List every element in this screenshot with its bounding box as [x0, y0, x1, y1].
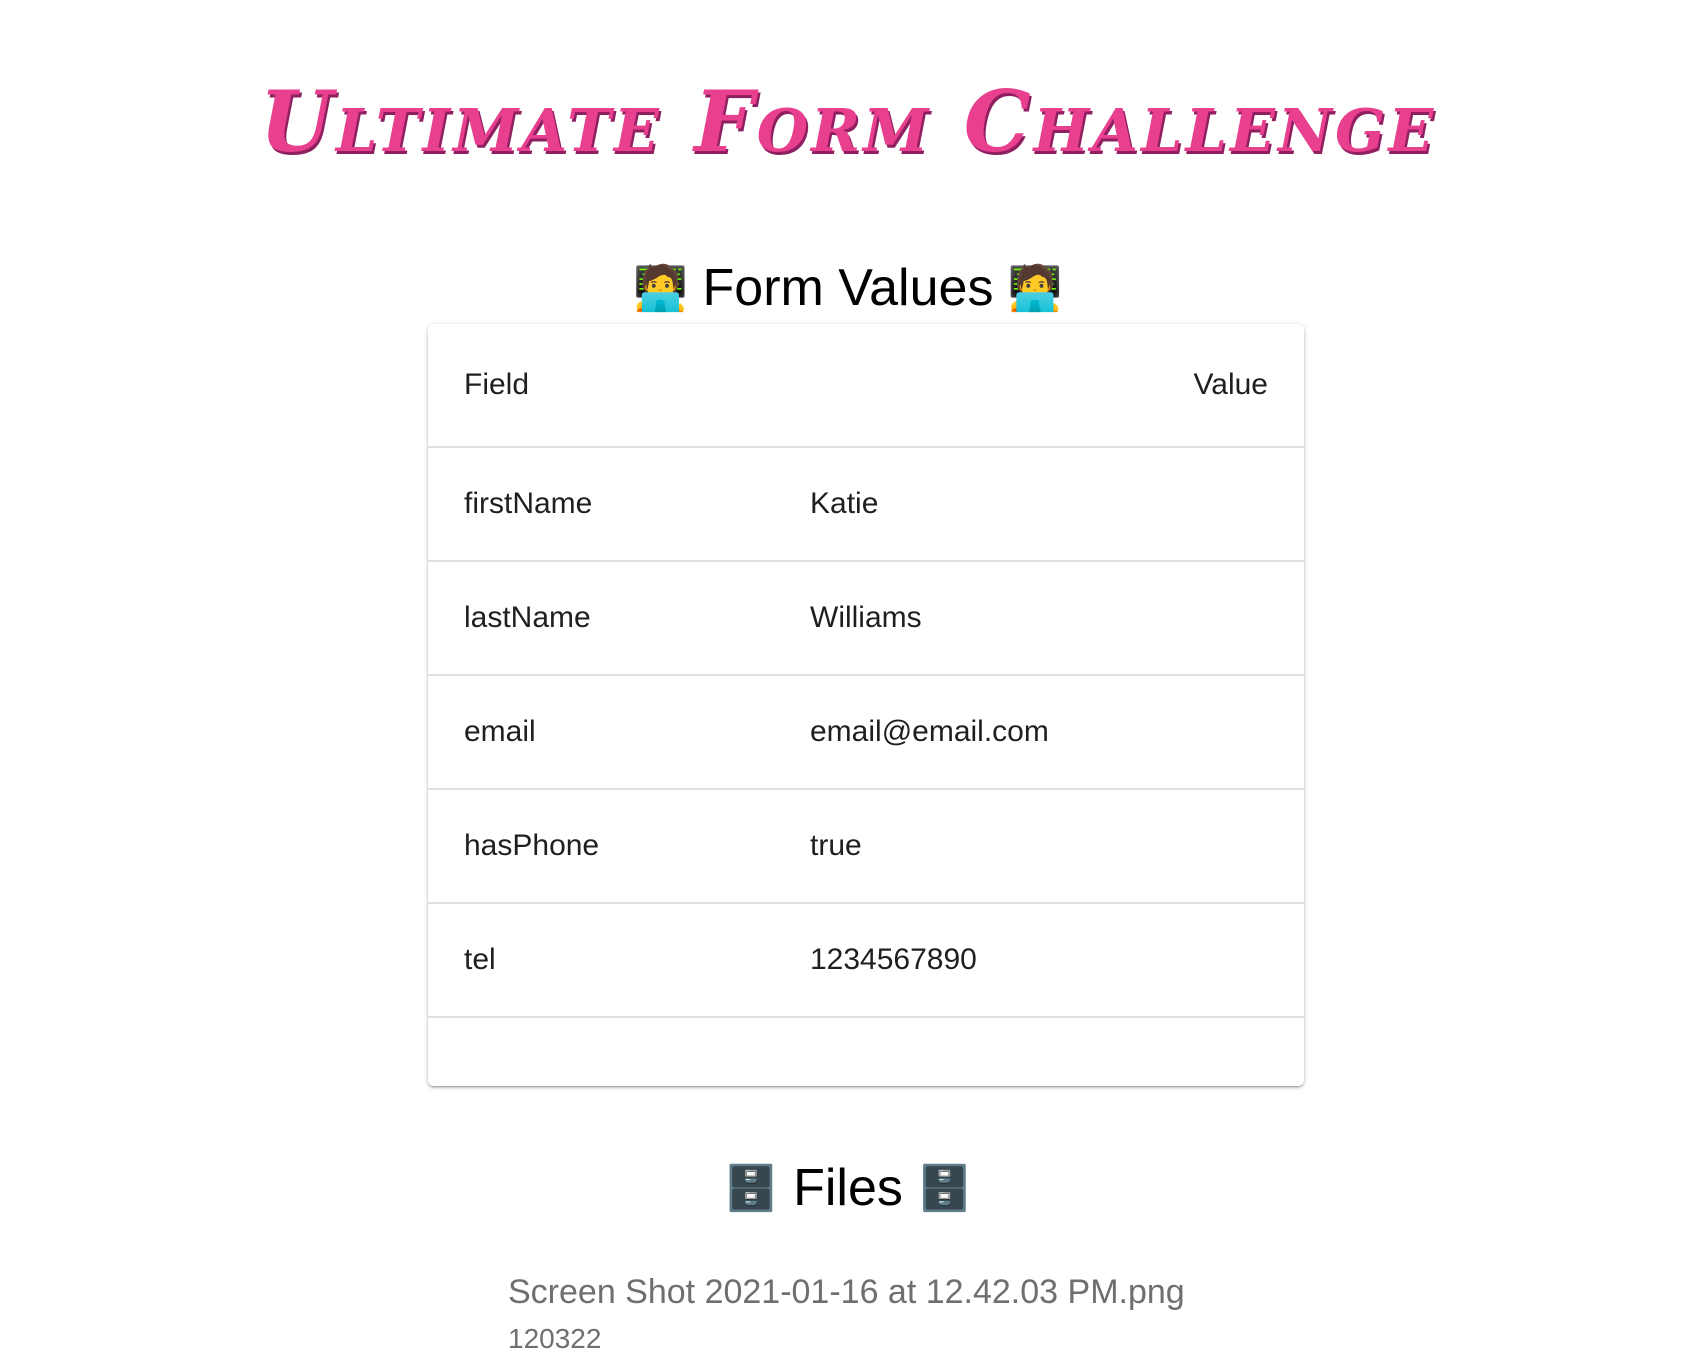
table-empty-row	[428, 1017, 1304, 1083]
column-header-field: Field	[428, 324, 774, 448]
table-row: email email@email.com	[428, 675, 1304, 790]
value-cell: email@email.com	[774, 675, 1304, 790]
files-heading-label: Files	[793, 1159, 903, 1217]
value-cell: Katie	[774, 447, 1304, 562]
empty-cell	[428, 1017, 774, 1083]
files-heading: 🗄️ Files 🗄️	[0, 1158, 1696, 1219]
file-size: 120322	[508, 1323, 602, 1354]
file-list-item: Screen Shot 2021-01-16 at 12.42.03 PM.pn…	[508, 1272, 1185, 1356]
technologist-icon: 🧑‍💻	[1007, 263, 1063, 314]
file-name: Screen Shot 2021-01-16 at 12.42.03 PM.pn…	[508, 1273, 1185, 1311]
field-cell: hasPhone	[428, 789, 774, 904]
technologist-icon: 🧑‍💻	[633, 263, 689, 314]
form-values-table: Field Value firstName Katie lastName Wil…	[428, 324, 1304, 1083]
value-cell: 1234567890	[774, 903, 1304, 1018]
table-row: firstName Katie	[428, 447, 1304, 562]
value-cell: Williams	[774, 561, 1304, 676]
table-row: hasPhone true	[428, 789, 1304, 904]
page-title: Ultimate Form Challenge	[259, 72, 1437, 171]
form-values-table-card: Field Value firstName Katie lastName Wil…	[428, 324, 1304, 1086]
column-header-value: Value	[774, 324, 1304, 448]
field-cell: email	[428, 675, 774, 790]
value-cell: true	[774, 789, 1304, 904]
form-values-heading-label: Form Values	[702, 259, 994, 317]
form-values-heading: 🧑‍💻 Form Values 🧑‍💻	[0, 258, 1696, 319]
file-cabinet-icon: 🗄️	[723, 1163, 779, 1214]
empty-cell	[774, 1017, 1304, 1083]
field-cell: firstName	[428, 447, 774, 562]
table-row: lastName Williams	[428, 561, 1304, 676]
table-header-row: Field Value	[428, 324, 1304, 448]
field-cell: lastName	[428, 561, 774, 676]
field-cell: tel	[428, 903, 774, 1018]
table-row: tel 1234567890	[428, 903, 1304, 1018]
file-cabinet-icon: 🗄️	[917, 1163, 973, 1214]
